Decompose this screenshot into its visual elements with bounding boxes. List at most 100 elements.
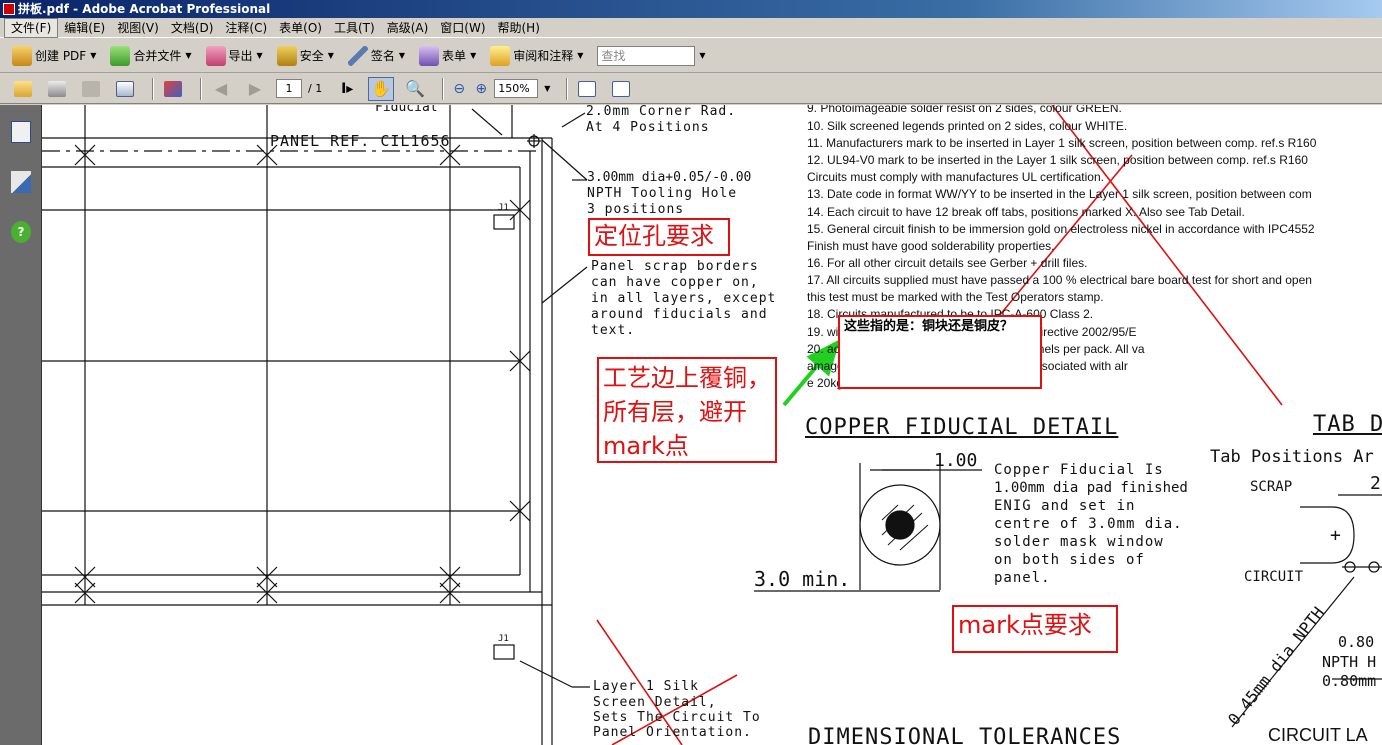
- menu-forms[interactable]: 表单(O): [273, 19, 328, 37]
- hand-tool-button[interactable]: ✋: [368, 76, 395, 101]
- tab-circuit: CIRCUIT: [1244, 569, 1304, 585]
- silk-detail-line-4: Panel Orientation.: [593, 725, 752, 740]
- fit-width-button[interactable]: [574, 77, 600, 101]
- select-tool-button[interactable]: I▸: [334, 77, 360, 101]
- spec-line-16: 16. For all other circuit details see Ge…: [807, 256, 1088, 270]
- arrow-right-icon: ▶: [248, 79, 262, 98]
- fiducial-desc-5: solder mask window: [994, 534, 1164, 550]
- fiducial-desc-1: Copper Fiducial Is: [994, 462, 1164, 478]
- previous-page-button[interactable]: ◀: [208, 77, 234, 101]
- fiducial-heading: COPPER FIDUCIAL DETAIL: [805, 415, 1119, 440]
- menu-tools[interactable]: 工具(T): [328, 19, 381, 37]
- open-button[interactable]: [10, 77, 36, 101]
- document-view[interactable]: Fiducial PANEL REF. CIL1656 2.0mm Corner…: [42, 105, 1382, 745]
- silk-detail-line-1: Layer 1 Silk: [593, 679, 699, 694]
- lock-icon: [276, 45, 297, 66]
- scrap-borders-line-3: in all layers, except: [591, 291, 777, 306]
- fit-page-button[interactable]: [608, 77, 634, 101]
- spec-line-10: 10. Silk screened legends printed on 2 s…: [807, 119, 1128, 133]
- fiducial-min: 3.0 min.: [754, 567, 851, 591]
- annotation-copper-border[interactable]: 工艺边上覆铜，所有层，避开mark点: [597, 357, 777, 463]
- corner-rad-line-1: 2.0mm Corner Rad.: [586, 105, 737, 119]
- accessibility-button[interactable]: [160, 77, 186, 101]
- tab-subheading: Tab Positions Ar: [1210, 447, 1374, 467]
- tab-scrap: SCRAP: [1250, 479, 1293, 495]
- sticky-note-comment[interactable]: 这些指的是：铜块还是铜皮？: [838, 315, 1042, 389]
- scrap-borders-line-1: Panel scrap borders: [591, 259, 759, 274]
- spec-line-11: 11. Manufacturers mark to be inserted in…: [807, 136, 1317, 150]
- fit-width-icon: [578, 80, 597, 97]
- menu-comments[interactable]: 注释(C): [219, 19, 273, 37]
- circuit-la: CIRCUIT LA: [1268, 725, 1368, 745]
- printer-icon: [48, 80, 66, 97]
- tab-080: 0.80: [1338, 633, 1375, 651]
- create-pdf-button[interactable]: 创建 PDF ▼: [8, 43, 100, 69]
- fiducial-label: Fiducial: [375, 105, 438, 115]
- annotation-mark-point[interactable]: mark点要求: [952, 605, 1118, 653]
- zoom-out-button[interactable]: ⊖: [450, 77, 468, 101]
- tab-080mm: 0.80mm: [1322, 672, 1377, 690]
- save-button[interactable]: [78, 77, 104, 101]
- sign-button[interactable]: 签名 ▼: [344, 43, 409, 69]
- menu-advanced[interactable]: 高级(A): [381, 19, 435, 37]
- toolbar-separator: [152, 77, 154, 100]
- menu-file[interactable]: 文件(F): [4, 17, 59, 38]
- email-button[interactable]: [112, 77, 138, 101]
- menu-window[interactable]: 窗口(W): [434, 19, 491, 37]
- spec-line-17b: this test must be marked with the Test O…: [807, 290, 1104, 304]
- chevron-down-icon: ▼: [470, 51, 477, 60]
- chevron-down-icon: ▼: [185, 51, 192, 60]
- fiducial-desc-3: ENIG and set in: [994, 498, 1136, 514]
- tooling-hole-line-1: 3.00mm dia+0.05/-0.00: [587, 170, 752, 185]
- menu-edit[interactable]: 编辑(E): [58, 19, 111, 37]
- pen-icon: [347, 45, 368, 66]
- folder-icon: [14, 80, 32, 97]
- scrap-borders-line-4: around fiducials and: [591, 307, 768, 322]
- spec-line-12: 12. UL94-V0 mark to be inserted in the L…: [807, 153, 1308, 167]
- review-comment-button[interactable]: 审阅和注释 ▼: [486, 43, 587, 69]
- zoom-in-button[interactable]: ⊕: [472, 77, 490, 101]
- next-page-button[interactable]: ▶: [242, 77, 268, 101]
- menu-help[interactable]: 帮助(H): [492, 19, 546, 37]
- signatures-icon[interactable]: [11, 171, 31, 193]
- corner-rad-line-2: At 4 Positions: [586, 120, 710, 135]
- comment-icon: [490, 45, 511, 66]
- print-button[interactable]: [44, 77, 70, 101]
- spec-line-15: 15. General circuit finish to be immersi…: [807, 222, 1315, 236]
- spec-line-15b: Finish must have good solderability prop…: [807, 239, 1055, 253]
- search-input[interactable]: 查找: [597, 45, 696, 66]
- chevron-down-icon[interactable]: ▼: [699, 51, 705, 60]
- chevron-down-icon: ▼: [398, 51, 406, 60]
- menu-bar: 文件(F) 编辑(E) 视图(V) 文档(D) 注释(C) 表单(O) 工具(T…: [0, 17, 1382, 38]
- zoom-tool-button[interactable]: 🔍: [402, 77, 428, 101]
- j1-label-top: J1: [498, 203, 509, 213]
- forms-button[interactable]: 表单 ▼: [415, 43, 480, 69]
- menu-view[interactable]: 视图(V): [111, 19, 165, 37]
- form-icon: [419, 45, 440, 66]
- pages-icon[interactable]: [11, 121, 31, 143]
- scrap-borders-line-2: can have copper on,: [591, 275, 759, 290]
- spec-line-9: 9. Photoimageable solder resist on 2 sid…: [807, 105, 1122, 115]
- panel-ref: PANEL REF. CIL1656: [270, 132, 451, 150]
- help-icon[interactable]: ?: [11, 221, 31, 243]
- export-button[interactable]: 导出 ▼: [202, 43, 267, 69]
- chevron-down-icon: ▼: [327, 51, 334, 60]
- plus-circle-icon: ⊕: [475, 80, 488, 97]
- chevron-down-icon: ▼: [256, 51, 263, 60]
- page-number-input[interactable]: 1: [276, 79, 302, 98]
- tab-two: 2: [1370, 473, 1381, 494]
- title-bar: 拼板.pdf - Adobe Acrobat Professional: [0, 0, 1382, 18]
- create-pdf-icon: [12, 45, 32, 66]
- acrobat-app-icon: [3, 3, 15, 15]
- toolbar-separator: [200, 77, 202, 100]
- window-title: 拼板.pdf - Adobe Acrobat Professional: [18, 2, 271, 16]
- security-button[interactable]: 安全 ▼: [273, 43, 338, 69]
- zoom-level-input[interactable]: 150%: [494, 79, 539, 98]
- combine-files-button[interactable]: 合并文件 ▼: [106, 43, 195, 69]
- chevron-down-icon[interactable]: ▼: [544, 84, 550, 93]
- toolbar-separator: [442, 77, 445, 100]
- navigation-toolbar: ◀ ▶ 1 / 1 I▸ ✋ 🔍 ⊖ ⊕ 150% ▼: [0, 74, 1382, 104]
- navigation-pane: ?: [0, 105, 42, 745]
- annotation-tooling-hole[interactable]: 定位孔要求: [588, 218, 730, 256]
- menu-document[interactable]: 文档(D): [165, 19, 220, 37]
